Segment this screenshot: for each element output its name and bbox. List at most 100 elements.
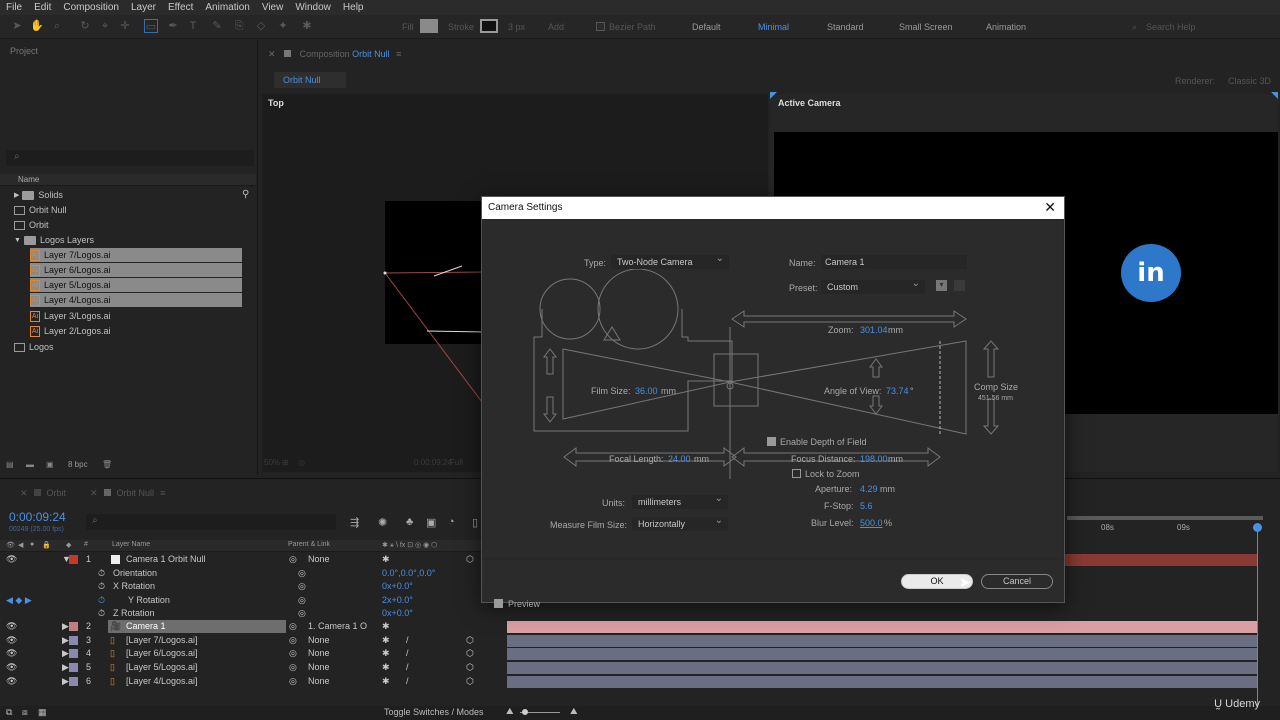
visibility-eye-icon[interactable]: 👁 xyxy=(6,621,17,632)
timeline-search-input[interactable]: ⌕ xyxy=(86,514,336,530)
pick-whip-icon[interactable]: ◎ xyxy=(289,554,297,565)
project-item-logos[interactable]: Logos xyxy=(14,340,54,354)
measure-film-size-dropdown[interactable]: Horizontally xyxy=(632,515,728,531)
project-item-layer-3[interactable]: Ai Layer 3/Logos.ai xyxy=(30,309,111,323)
shy-switch-icon[interactable]: ✱ xyxy=(382,676,390,687)
film-size-value[interactable]: 36.00 xyxy=(635,386,658,396)
3d-layer-switch-icon[interactable]: ⬡ xyxy=(466,662,474,673)
project-search-input[interactable]: ⌕ xyxy=(6,150,254,166)
x-rotation-value[interactable]: 0x+0.0° xyxy=(382,581,413,591)
layer-name[interactable]: Camera 1 xyxy=(126,621,166,631)
column-name[interactable]: Name xyxy=(18,175,39,184)
grid-icon[interactable]: ⊞ xyxy=(282,458,289,467)
project-item-layer-4[interactable]: Ai Layer 4/Logos.ai xyxy=(30,293,242,307)
project-item-layer-2[interactable]: Ai Layer 2/Logos.ai xyxy=(30,324,111,338)
label-color-swatch[interactable] xyxy=(69,677,78,686)
new-comp-icon[interactable]: ▣ xyxy=(46,460,54,469)
comp-timecode[interactable]: 0:00:09:24 xyxy=(414,458,452,467)
rotate-tool-icon[interactable]: ↻ xyxy=(78,19,92,33)
project-item-logos-layers[interactable]: ▼ Logos Layers xyxy=(14,233,94,247)
camera-tool-icon[interactable]: ⌖ xyxy=(98,19,112,33)
quality-switch-icon[interactable]: / xyxy=(406,648,409,658)
in-out-toggle-icon[interactable]: ▦ xyxy=(38,707,47,718)
timeline-tab-orbit-null[interactable]: ✕ Orbit Null ≡ xyxy=(90,488,165,499)
magnification-dropdown[interactable]: 50% xyxy=(264,458,280,467)
rectangle-tool-icon[interactable]: ▭ xyxy=(144,19,158,33)
graph-editor-icon[interactable]: ▯ xyxy=(472,516,478,529)
tab-orbit-null[interactable]: Orbit Null xyxy=(274,72,346,88)
lock-icon[interactable] xyxy=(284,50,292,57)
toggle-switches-modes[interactable]: Toggle Switches / Modes xyxy=(384,707,484,717)
new-folder-icon[interactable]: ▬ xyxy=(26,460,34,469)
quality-switch-icon[interactable]: / xyxy=(406,662,409,672)
units-dropdown[interactable]: millimeters xyxy=(632,493,728,509)
menu-help[interactable]: Help xyxy=(343,2,364,13)
draft-3d-icon[interactable]: ✺ xyxy=(378,516,387,529)
close-icon[interactable]: ✕ xyxy=(90,488,98,498)
project-item-layer-7[interactable]: Ai Layer 7/Logos.ai xyxy=(30,248,242,262)
close-icon[interactable]: ✕ xyxy=(268,49,276,59)
layer-row-5[interactable]: 👁 ▶ 5 ▯ [Layer 5/Logos.ai] ◎ None ✱ / ⬡ xyxy=(0,661,500,674)
modes-toggle-icon[interactable]: ⧈ xyxy=(22,707,28,718)
3d-layer-switch-icon[interactable]: ⬡ xyxy=(466,676,474,687)
expand-arrow-icon[interactable]: ▶ xyxy=(62,662,69,673)
hand-tool-icon[interactable]: ✋ xyxy=(30,19,44,33)
fill-swatch[interactable] xyxy=(420,19,438,33)
visibility-eye-icon[interactable]: 👁 xyxy=(6,635,17,646)
layer-bar-4[interactable] xyxy=(507,648,1257,660)
timeline-timecode[interactable]: 0:00:09:24 xyxy=(9,510,66,524)
cancel-button[interactable]: Cancel xyxy=(981,574,1053,589)
pan-behind-tool-icon[interactable]: ✛ xyxy=(118,19,132,33)
stopwatch-icon[interactable]: ⏱ xyxy=(98,568,105,579)
stopwatch-active-icon[interactable]: ⏱ xyxy=(98,595,105,606)
workspace-standard[interactable]: Standard xyxy=(827,22,864,32)
lock-switch-icon[interactable]: 🔒 xyxy=(42,541,51,549)
angle-of-view-value[interactable]: 73.74 xyxy=(886,386,909,396)
layer-bar-6[interactable] xyxy=(507,676,1257,688)
parent-dropdown[interactable]: None xyxy=(308,554,330,564)
visibility-eye-icon[interactable]: 👁 xyxy=(6,662,17,673)
add-label[interactable]: Add xyxy=(548,22,564,32)
z-rotation-value[interactable]: 0x+0.0° xyxy=(382,608,413,618)
timeline-tab-orbit[interactable]: ✕ Orbit xyxy=(20,488,66,499)
flowchart-icon[interactable]: ⚲ xyxy=(242,189,249,200)
zoom-out-icon[interactable]: ⛰ xyxy=(506,706,514,717)
visibility-eye-icon[interactable]: 👁 xyxy=(6,554,17,565)
layer-row-2[interactable]: 👁 ▶ 2 🎥 Camera 1 ◎ 1. Camera 1 O ✱ xyxy=(0,620,500,633)
enable-dof-checkbox[interactable] xyxy=(767,437,776,446)
quality-switch-icon[interactable]: / xyxy=(406,676,409,686)
zoom-slider-handle[interactable] xyxy=(522,709,528,715)
expand-arrow-icon[interactable]: ▶ xyxy=(62,648,69,659)
zoom-in-icon[interactable]: ⛰ xyxy=(570,706,578,717)
expand-arrow-icon[interactable]: ▶ xyxy=(62,635,69,646)
parent-dropdown[interactable]: None xyxy=(308,648,330,658)
clone-stamp-tool-icon[interactable]: ⎘ xyxy=(232,19,246,33)
menu-view[interactable]: View xyxy=(262,2,284,13)
workspace-default[interactable]: Default xyxy=(692,22,721,32)
label-color-swatch[interactable] xyxy=(69,663,78,672)
expression-pick-whip-icon[interactable]: ◎ xyxy=(298,608,306,619)
column-layer-name[interactable]: Layer Name xyxy=(112,541,150,548)
layer-bar-5[interactable] xyxy=(507,662,1257,674)
zoom-tool-icon[interactable]: ⌕ xyxy=(50,19,64,33)
workspace-animation[interactable]: Animation xyxy=(986,22,1026,32)
property-x-rotation[interactable]: ⏱ X Rotation ◎ 0x+0.0° xyxy=(0,580,500,593)
search-help-input[interactable]: Search Help xyxy=(1146,22,1196,32)
delete-preset-icon[interactable] xyxy=(954,280,965,291)
visibility-eye-icon[interactable]: 👁 xyxy=(6,676,17,687)
menu-edit[interactable]: Edit xyxy=(34,2,51,13)
brush-tool-icon[interactable]: ✎ xyxy=(210,19,224,33)
type-tool-icon[interactable]: T xyxy=(186,19,200,33)
expand-arrow-icon[interactable]: ▶ xyxy=(62,621,69,632)
lock-to-zoom-checkbox[interactable] xyxy=(792,469,801,478)
comp-flowchart-icon[interactable]: ⇶ xyxy=(350,516,359,529)
pick-whip-icon[interactable]: ◎ xyxy=(289,621,297,632)
quality-switch-icon[interactable]: / xyxy=(406,635,409,645)
name-input[interactable] xyxy=(821,255,967,269)
solo-switch-icon[interactable]: ● xyxy=(30,541,34,548)
interpret-footage-icon[interactable]: ▤ xyxy=(6,460,14,469)
pick-whip-icon[interactable]: ◎ xyxy=(289,676,297,687)
parent-dropdown[interactable]: None xyxy=(308,635,330,645)
project-item-orbit-null[interactable]: Orbit Null xyxy=(14,203,67,217)
bezier-path-checkbox[interactable] xyxy=(596,22,605,31)
